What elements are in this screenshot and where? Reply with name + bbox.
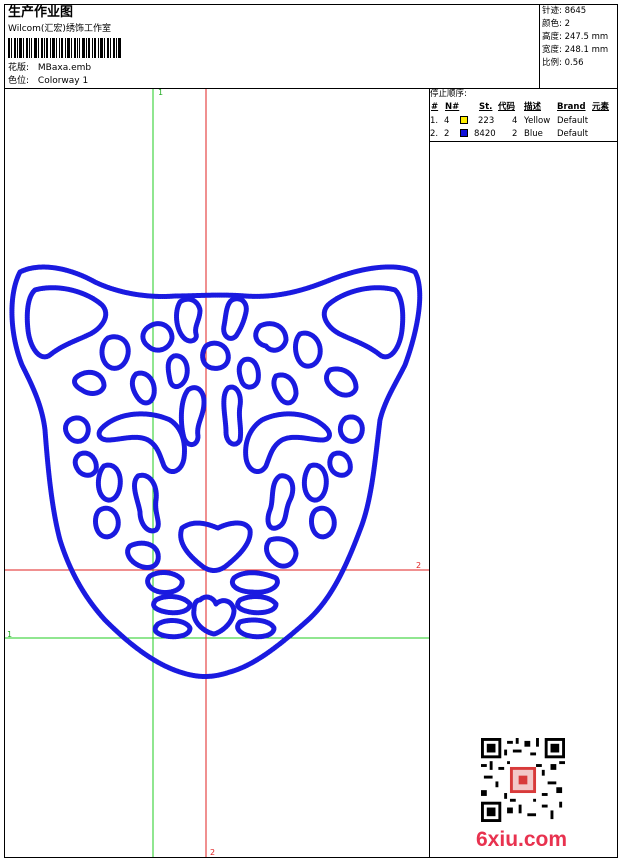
pattern-file: MBaxa.emb — [37, 63, 92, 73]
color-swatch-yellow — [460, 116, 468, 124]
leopard-head-outline — [9, 264, 423, 679]
col-needle: N# — [445, 102, 460, 112]
col-index: # — [431, 102, 439, 112]
watermark-logo: 6xiu.com — [476, 828, 568, 851]
red-h-label: 2 — [416, 561, 421, 570]
color-swatch-blue — [460, 129, 468, 137]
stat-stitches: 针迹: 8645 — [542, 6, 587, 16]
colorway-value: Colorway 1 — [37, 76, 89, 86]
green-v-label: 1 — [158, 89, 163, 97]
pattern-label-text: 花版: — [8, 63, 30, 73]
col-brand: Brand — [557, 102, 586, 112]
stats-divider — [539, 4, 540, 88]
embroidery-design: 1 1 2 2 — [5, 89, 429, 857]
studio-name: Wilcom(汇宏)绣饰工作室 — [8, 24, 111, 34]
colorway-label-text: 色位: — [8, 76, 30, 86]
col-element: 元素 — [592, 102, 610, 112]
stat-colors: 颜色: 2 — [542, 19, 570, 29]
col-description: 描述 — [524, 102, 542, 112]
stat-height: 高度: 247.5 mm — [542, 32, 609, 42]
design-divider — [429, 88, 430, 858]
stat-scale: 比例: 0.56 — [542, 58, 584, 68]
colorway-label: 色位: Colorway 1 — [8, 77, 88, 86]
qr-code — [481, 738, 565, 822]
stop-sequence-title: 停止顺序: — [430, 89, 467, 99]
barcode — [8, 38, 121, 58]
col-stitches: St. — [479, 102, 493, 112]
stat-width: 宽度: 248.1 mm — [542, 45, 609, 55]
page-title: 生产作业图 — [8, 5, 74, 20]
col-code: 代码 — [498, 102, 516, 112]
pattern-label: 花版: MBaxa.emb — [8, 64, 91, 73]
green-h-label: 1 — [7, 630, 12, 639]
red-v-label: 2 — [210, 848, 215, 857]
table-divider — [429, 141, 618, 142]
